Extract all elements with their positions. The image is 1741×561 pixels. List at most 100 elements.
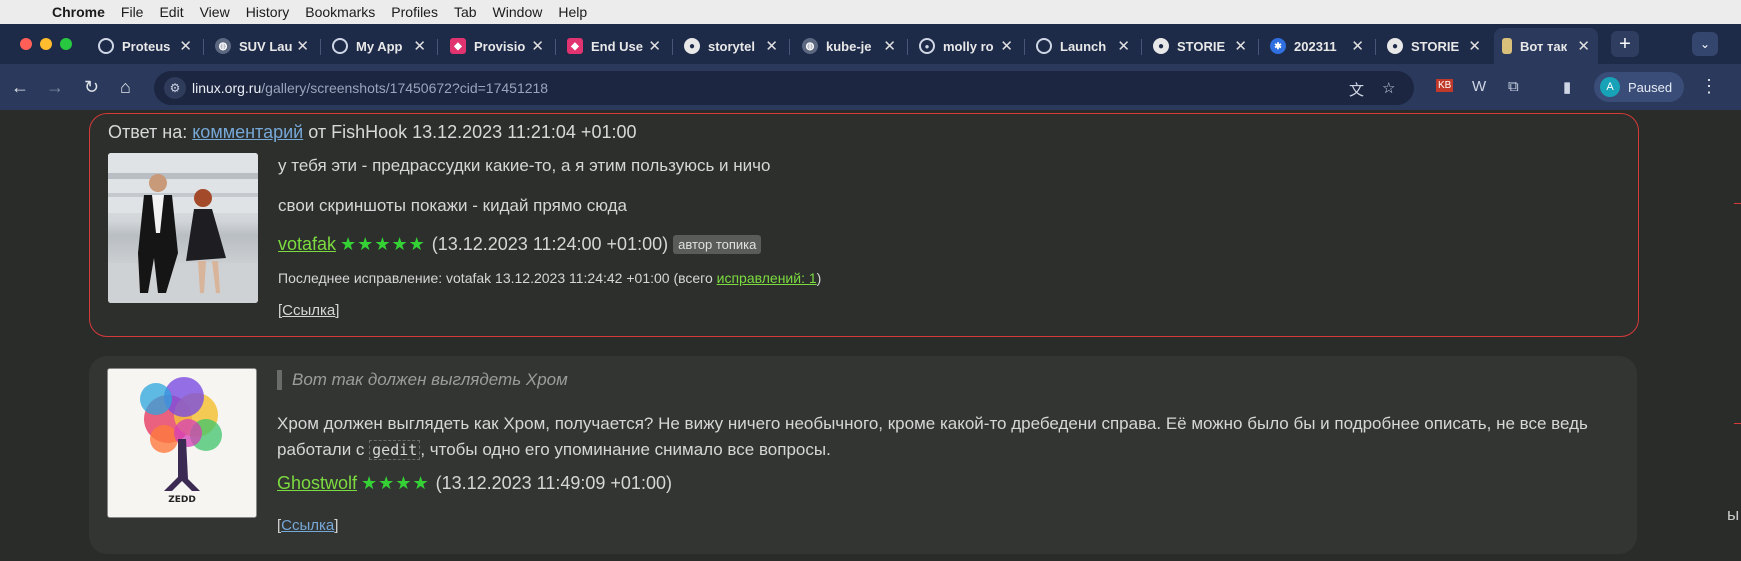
author-line: votafak ★★★★★ (13.12.2023 11:24:00 +01:0… xyxy=(278,234,762,255)
menu-profiles[interactable]: Profiles xyxy=(391,4,438,20)
tab-title: storytel xyxy=(708,38,755,54)
tab-proteus[interactable]: Proteus ✕ xyxy=(98,30,204,62)
github-icon: ● xyxy=(1387,38,1403,54)
tab-launch[interactable]: Launch ✕ xyxy=(1036,30,1142,62)
tab-title: 202311 xyxy=(1294,38,1337,54)
menu-bookmarks[interactable]: Bookmarks xyxy=(305,4,375,20)
menu-window[interactable]: Window xyxy=(493,4,543,20)
tab-molly[interactable]: ● molly ro ✕ xyxy=(919,30,1025,62)
comment-body: Хром должен выглядеть как Хром, получает… xyxy=(277,411,1617,463)
comment-text-line-1: у тебя эти - предрассудки какие-то, а я … xyxy=(278,156,771,175)
confluence-icon: ✱ xyxy=(1270,38,1286,54)
author-link[interactable]: Ghostwolf xyxy=(277,473,357,494)
reply-suffix: от FishHook 13.12.2023 11:21:04 +01:00 xyxy=(308,122,637,142)
close-tab-icon[interactable]: ✕ xyxy=(1577,37,1590,55)
close-tab-icon[interactable]: ✕ xyxy=(1234,37,1247,55)
tab-title: Launch xyxy=(1060,38,1107,54)
close-tab-icon[interactable]: ✕ xyxy=(1000,37,1013,55)
circle-outline-icon xyxy=(1036,38,1052,54)
comment: ZEDD Вот так должен выглядеть Хром Хром … xyxy=(89,356,1637,554)
menu-history[interactable]: History xyxy=(246,4,290,20)
permalink-link[interactable]: Ссылка xyxy=(281,517,334,534)
tab-title: Proteus xyxy=(122,38,171,54)
close-tab-icon[interactable]: ✕ xyxy=(179,37,192,55)
close-tab-icon[interactable]: ✕ xyxy=(1351,37,1364,55)
tab-provisio[interactable]: ◆ Provisio ✕ xyxy=(450,30,556,62)
home-icon[interactable]: ⌂ xyxy=(120,77,131,98)
avatar: A xyxy=(1600,77,1620,97)
tab-stories-2[interactable]: ● STORIE ✕ xyxy=(1387,30,1481,62)
close-tab-icon[interactable]: ✕ xyxy=(883,37,896,55)
close-tab-icon[interactable]: ✕ xyxy=(1117,37,1130,55)
menu-help[interactable]: Help xyxy=(558,4,587,20)
circle-outline-icon xyxy=(98,38,114,54)
tab-title: My App xyxy=(356,38,403,54)
user-avatar-image xyxy=(108,153,258,303)
author-line: Ghostwolf ★★★★ (13.12.2023 11:49:09 +01:… xyxy=(277,473,672,494)
minimize-window-icon[interactable] xyxy=(40,38,52,50)
tab-202311[interactable]: ✱ 202311 ✕ xyxy=(1270,30,1376,62)
address-bar[interactable]: ⚙ linux.org.ru/gallery/screenshots/17450… xyxy=(154,71,1414,105)
translate-icon[interactable]: 文 xyxy=(1349,79,1364,100)
page-icon xyxy=(1502,38,1512,54)
menu-file[interactable]: File xyxy=(121,4,144,20)
site-info-icon[interactable]: ⚙ xyxy=(164,77,186,99)
forward-arrow-icon[interactable]: → xyxy=(46,77,64,98)
page-edge-line xyxy=(1734,203,1741,204)
extension-red-icon[interactable]: KB xyxy=(1436,79,1454,92)
edit-suffix: ) xyxy=(816,270,822,286)
author-link[interactable]: votafak xyxy=(278,234,336,255)
menu-tab[interactable]: Tab xyxy=(454,4,477,20)
reload-icon[interactable]: ↻ xyxy=(84,77,99,98)
new-tab-button[interactable]: + xyxy=(1611,31,1639,57)
topic-author-badge: автор топика xyxy=(673,235,762,254)
close-tab-icon[interactable]: ✕ xyxy=(1468,37,1481,55)
tab-active-linux-org[interactable]: Вот так ✕ xyxy=(1494,28,1598,64)
window-controls xyxy=(20,38,72,50)
reply-comment-link[interactable]: комментарий xyxy=(192,122,303,142)
tab-suv[interactable]: ◍ SUV Lau ✕ xyxy=(215,30,321,62)
page-edge-line xyxy=(1734,423,1741,424)
close-window-icon[interactable] xyxy=(20,38,32,50)
close-tab-icon[interactable]: ✕ xyxy=(531,37,544,55)
tab-my-app[interactable]: My App ✕ xyxy=(332,30,438,62)
url-text[interactable]: linux.org.ru/gallery/screenshots/1745067… xyxy=(192,80,548,96)
tab-stories-1[interactable]: ● STORIE ✕ xyxy=(1153,30,1259,62)
comment-text-line-2: свои скриншоты покажи - кидай прямо сюда xyxy=(278,196,627,215)
github-icon: ● xyxy=(1153,38,1169,54)
extension-w-icon[interactable]: W xyxy=(1472,78,1486,95)
close-tab-icon[interactable]: ✕ xyxy=(413,37,426,55)
tab-kube[interactable]: ◍ kube-je ✕ xyxy=(802,30,908,62)
back-arrow-icon[interactable]: ← xyxy=(11,77,29,98)
close-tab-icon[interactable]: ✕ xyxy=(296,37,309,55)
profile-button[interactable]: A Paused xyxy=(1594,72,1684,102)
kebab-menu-icon[interactable]: ⋮ xyxy=(1700,76,1718,97)
tab-search-button[interactable]: ⌄ xyxy=(1692,32,1718,56)
comment-body-text-end: , чтобы одно его упоминание снимало все … xyxy=(420,440,831,459)
macos-menu-bar: Chrome File Edit View History Bookmarks … xyxy=(0,0,1741,24)
side-panel-icon[interactable]: ▮ xyxy=(1563,78,1571,96)
close-tab-icon[interactable]: ✕ xyxy=(765,37,778,55)
tab-end-use[interactable]: ◆ End Use ✕ xyxy=(567,30,673,62)
quote-block: Вот так должен выглядеть Хром xyxy=(277,370,568,390)
bracket-close: ] xyxy=(335,302,340,319)
globe-icon: ◍ xyxy=(802,38,818,54)
menu-edit[interactable]: Edit xyxy=(159,4,183,20)
inline-code: gedit xyxy=(369,440,421,460)
bookmark-star-icon[interactable]: ☆ xyxy=(1382,79,1395,97)
tab-title: Provisio xyxy=(474,38,526,54)
tab-storytel[interactable]: ● storytel ✕ xyxy=(684,30,790,62)
tab-title: End Use xyxy=(591,38,644,54)
maximize-window-icon[interactable] xyxy=(60,38,72,50)
github-icon: ● xyxy=(684,38,700,54)
comment-highlighted: Ответ на: комментарий от FishHook 13.12.… xyxy=(89,113,1639,337)
comment-timestamp: (13.12.2023 11:24:00 +01:00) xyxy=(431,234,669,254)
menu-view[interactable]: View xyxy=(200,4,230,20)
extensions-puzzle-icon[interactable]: ⧉ xyxy=(1508,78,1519,95)
page-content: Ответ на: комментарий от FishHook 13.12.… xyxy=(0,110,1741,561)
edits-link[interactable]: исправлений: 1 xyxy=(717,270,817,286)
close-tab-icon[interactable]: ✕ xyxy=(648,37,661,55)
menu-app-name[interactable]: Chrome xyxy=(52,4,105,20)
tab-title: SUV Lau xyxy=(239,38,293,54)
permalink-link[interactable]: Ссылка xyxy=(282,302,335,319)
